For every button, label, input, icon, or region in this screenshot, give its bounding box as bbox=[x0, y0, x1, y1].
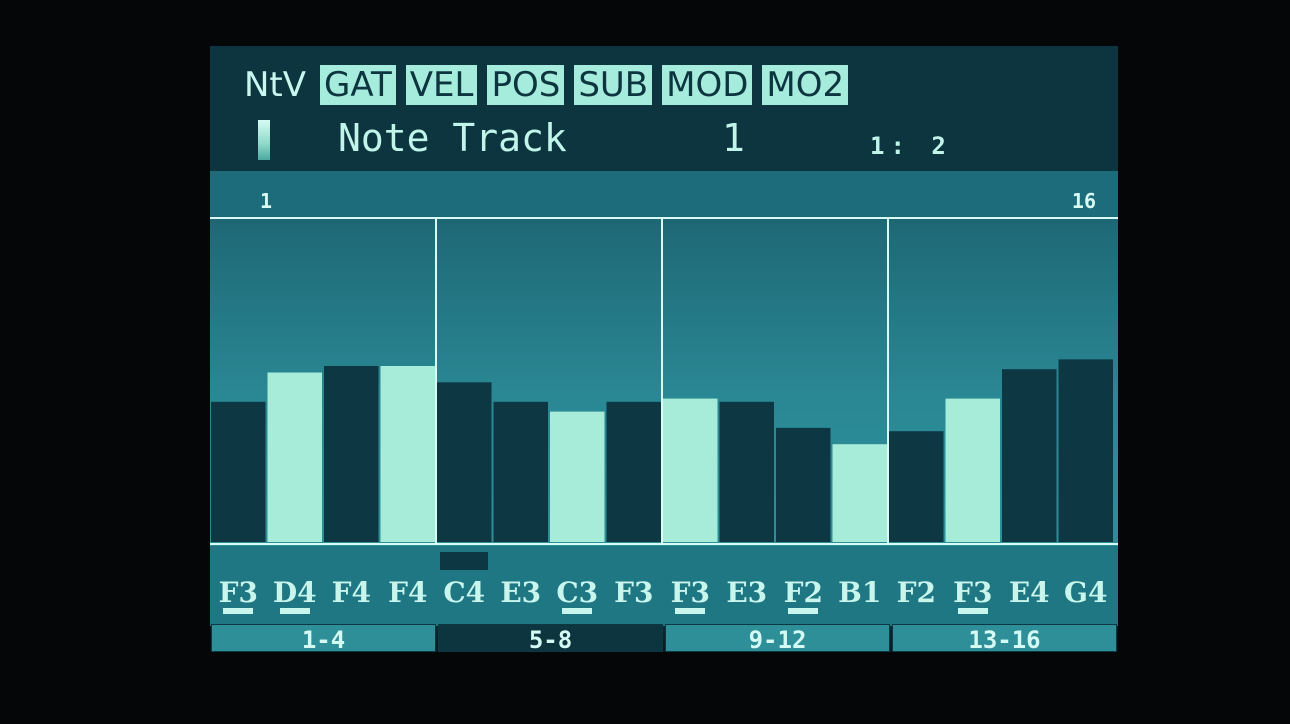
step-note-marker bbox=[562, 608, 593, 614]
tab-mo2[interactable]: MO2 bbox=[762, 65, 849, 105]
ruler-start-label: 1 bbox=[260, 189, 273, 213]
group-button-9-12[interactable]: 9-12 bbox=[665, 624, 890, 652]
velocity-bar-step-3[interactable] bbox=[324, 366, 379, 542]
device-screen: NtV GAT VEL POS SUB MOD MO2 Note Track 1… bbox=[210, 46, 1118, 652]
velocity-bar-step-1[interactable] bbox=[211, 401, 266, 542]
step-note-14[interactable]: F3 bbox=[945, 576, 1001, 609]
step-ruler: 1 16 bbox=[210, 171, 1118, 216]
step-note-5[interactable]: C4 bbox=[436, 576, 492, 609]
group-button-13-16[interactable]: 13-16 bbox=[892, 624, 1117, 652]
step-note-4[interactable]: F4 bbox=[380, 576, 436, 609]
step-note-marker bbox=[675, 608, 706, 614]
step-note-15[interactable]: E4 bbox=[1001, 576, 1057, 609]
step-note-7[interactable]: C3 bbox=[549, 576, 605, 609]
step-note-marker bbox=[788, 608, 819, 614]
track-level-indicator bbox=[258, 120, 270, 160]
step-note-16[interactable]: G4 bbox=[1058, 576, 1114, 609]
page-label: NtV bbox=[244, 65, 307, 105]
step-note-13[interactable]: F2 bbox=[888, 576, 944, 609]
velocity-bar-step-7[interactable] bbox=[550, 411, 605, 542]
velocity-bar-step-14[interactable] bbox=[945, 398, 1001, 542]
header: NtV GAT VEL POS SUB MOD MO2 Note Track 1… bbox=[210, 46, 1118, 171]
track-number: 1 bbox=[722, 116, 745, 160]
tab-row: NtV GAT VEL POS SUB MOD MO2 bbox=[244, 64, 858, 106]
step-group-selector: 1-4 5-8 9-12 13-16 bbox=[210, 624, 1118, 652]
track-position: 1: 2 bbox=[870, 132, 952, 160]
velocity-bar-step-2[interactable] bbox=[267, 372, 323, 543]
velocity-bar-step-12[interactable] bbox=[832, 444, 888, 542]
step-cursor bbox=[440, 552, 489, 570]
velocity-graph[interactable] bbox=[210, 216, 1118, 546]
velocity-bar-step-5[interactable] bbox=[437, 382, 492, 542]
step-note-8[interactable]: F3 bbox=[606, 576, 662, 609]
notes-row: F3 D4 F4 F4 C4 E3 C3 F3 F3 E3 F2 B1 F2 F3 E4 G4 bbox=[210, 546, 1118, 626]
tab-pos[interactable]: POS bbox=[487, 65, 565, 105]
velocity-bar-step-9[interactable] bbox=[663, 398, 718, 542]
group-button-1-4[interactable]: 1-4 bbox=[211, 624, 436, 652]
step-note-12[interactable]: B1 bbox=[832, 576, 888, 609]
tab-mod[interactable]: MOD bbox=[662, 65, 753, 105]
step-note-1[interactable]: F3 bbox=[210, 576, 266, 609]
step-note-marker bbox=[223, 608, 254, 614]
group-button-5-8[interactable]: 5-8 bbox=[438, 624, 663, 652]
step-note-9[interactable]: F3 bbox=[662, 576, 718, 609]
velocity-bar-step-4[interactable] bbox=[380, 366, 436, 542]
velocity-bar-step-11[interactable] bbox=[776, 427, 831, 542]
velocity-bars[interactable] bbox=[210, 216, 1118, 546]
step-note-3[interactable]: F4 bbox=[323, 576, 379, 609]
tab-sub[interactable]: SUB bbox=[574, 65, 653, 105]
velocity-bar-step-10[interactable] bbox=[719, 401, 775, 542]
velocity-bar-step-8[interactable] bbox=[606, 401, 662, 542]
step-note-marker bbox=[279, 608, 310, 614]
velocity-bar-step-16[interactable] bbox=[1058, 359, 1114, 542]
step-note-6[interactable]: E3 bbox=[493, 576, 549, 609]
step-note-10[interactable]: E3 bbox=[719, 576, 775, 609]
tab-gat[interactable]: GAT bbox=[320, 65, 396, 105]
velocity-bar-step-6[interactable] bbox=[493, 401, 549, 542]
velocity-bar-step-13[interactable] bbox=[889, 431, 944, 542]
step-note-marker bbox=[957, 608, 988, 614]
step-note-11[interactable]: F2 bbox=[775, 576, 831, 609]
tab-vel[interactable]: VEL bbox=[405, 65, 478, 105]
ruler-end-label: 16 bbox=[1071, 189, 1096, 213]
track-row: Note Track 1 1: 2 bbox=[210, 116, 1118, 171]
velocity-bar-step-15[interactable] bbox=[1002, 369, 1057, 542]
step-note-2[interactable]: D4 bbox=[267, 576, 323, 609]
track-name: Note Track bbox=[338, 116, 567, 160]
